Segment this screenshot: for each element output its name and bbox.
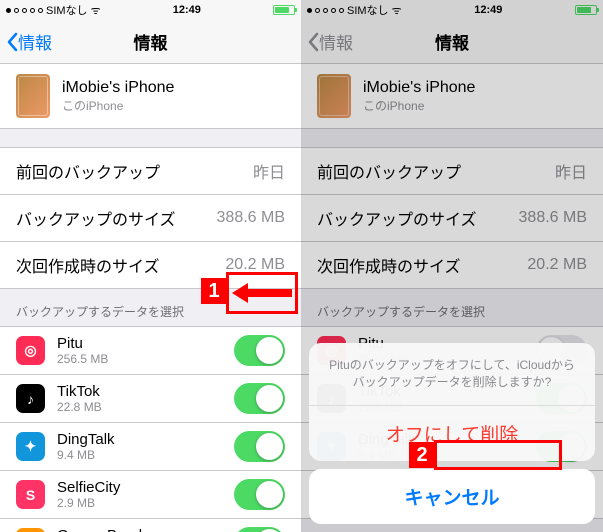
device-name: iMobie's iPhone [363, 79, 475, 97]
app-name: DingTalk [57, 431, 115, 448]
clock: 12:49 [474, 4, 502, 16]
next-size-label: 次回作成時のサイズ [16, 253, 160, 277]
chevron-left-icon [6, 32, 18, 52]
nav-title: 情報 [435, 29, 469, 54]
app-icon: ♫ [16, 528, 45, 532]
section-header: バックアップするデータを選択 [0, 289, 301, 326]
sheet-message: Pituのバックアップをオフにして、iCloudからバックアップデータを削除しま… [309, 343, 595, 406]
app-toggle[interactable] [234, 479, 285, 510]
app-row: ✦ DingTalk9.4 MB [0, 422, 301, 470]
backup-info-group: 前回のバックアップ 昨日 バックアップのサイズ 388.6 MB 次回作成時のサ… [301, 147, 603, 289]
backup-size-value: 388.6 MB [217, 209, 285, 227]
app-name: SelfieCity [57, 479, 120, 496]
apps-list: ◎ Pitu256.5 MB ♪ TikTok22.8 MB ✦ DingTalk9.4 … [0, 326, 301, 532]
wifi-icon: ᯤ [392, 3, 402, 18]
last-backup-value: 昨日 [253, 159, 285, 183]
carrier-label: SIMなし [347, 2, 389, 18]
app-row: S SelfieCity2.9 MB [0, 470, 301, 518]
app-row: ♫GarageBand2.1 MB [0, 518, 301, 532]
carrier-label: SIMなし [46, 2, 88, 18]
last-backup-label: 前回のバックアップ [16, 159, 160, 183]
app-row: ◎ Pitu256.5 MB [0, 327, 301, 374]
device-row: iMobie's iPhone このiPhone [0, 64, 301, 129]
backup-size-label: バックアップのサイズ [16, 206, 176, 230]
app-name: GarageBand [57, 527, 142, 532]
app-name: Pitu [57, 335, 108, 352]
back-button[interactable]: 情報 [307, 29, 353, 54]
row-backup-size: バックアップのサイズ 388.6 MB [301, 194, 603, 241]
app-name: TikTok [57, 383, 102, 400]
app-icon: ◎ [16, 336, 45, 365]
status-bar: SIMなし ᯤ 12:49 [0, 0, 301, 20]
chevron-left-icon [307, 32, 319, 52]
battery-icon [273, 5, 295, 15]
app-toggle[interactable] [234, 527, 285, 532]
app-toggle[interactable] [234, 431, 285, 462]
app-size: 256.5 MB [57, 352, 108, 366]
sheet-destructive-button[interactable]: オフにして削除 [309, 406, 595, 461]
clock: 12:49 [173, 4, 201, 16]
row-next-size: 次回作成時のサイズ 20.2 MB [0, 241, 301, 288]
app-size: 22.8 MB [57, 400, 102, 414]
back-label: 情報 [18, 29, 52, 54]
app-icon: ✦ [16, 432, 45, 461]
nav-title: 情報 [134, 29, 168, 54]
app-toggle[interactable] [234, 383, 285, 414]
status-bar: SIMなし ᯤ 12:49 [301, 0, 603, 20]
back-button[interactable]: 情報 [6, 29, 52, 54]
app-icon: S [16, 480, 45, 509]
nav-bar: 情報 情報 [301, 20, 603, 64]
device-subtitle: このiPhone [62, 97, 174, 114]
row-last-backup: 前回のバックアップ 昨日 [301, 148, 603, 194]
wifi-icon: ᯤ [91, 3, 101, 18]
device-subtitle: このiPhone [363, 97, 475, 114]
sheet-cancel-button[interactable]: キャンセル [309, 469, 595, 524]
app-size: 2.9 MB [57, 496, 120, 510]
row-backup-size: バックアップのサイズ 388.6 MB [0, 194, 301, 241]
section-header: バックアップするデータを選択 [301, 289, 603, 326]
app-icon: ♪ [16, 384, 45, 413]
screenshot-left: SIMなし ᯤ 12:49 情報 情報 iMobie's iPhone このiP… [0, 0, 301, 532]
nav-bar: 情報 情報 [0, 20, 301, 64]
row-last-backup: 前回のバックアップ 昨日 [0, 148, 301, 194]
row-next-size: 次回作成時のサイズ 20.2 MB [301, 241, 603, 288]
action-sheet: Pituのバックアップをオフにして、iCloudからバックアップデータを削除しま… [309, 343, 595, 524]
device-name: iMobie's iPhone [62, 79, 174, 97]
app-row: ♪ TikTok22.8 MB [0, 374, 301, 422]
backup-info-group: 前回のバックアップ 昨日 バックアップのサイズ 388.6 MB 次回作成時のサ… [0, 147, 301, 289]
back-label: 情報 [319, 29, 353, 54]
app-size: 9.4 MB [57, 448, 115, 462]
device-row: iMobie's iPhone このiPhone [301, 64, 603, 129]
app-toggle[interactable] [234, 335, 285, 366]
device-thumbnail-icon [16, 74, 50, 118]
next-size-value: 20.2 MB [225, 256, 285, 274]
screenshot-right: SIMなし ᯤ 12:49 情報 情報 iMobie's iPhone このiP… [301, 0, 603, 532]
device-thumbnail-icon [317, 74, 351, 118]
battery-icon [575, 5, 597, 15]
